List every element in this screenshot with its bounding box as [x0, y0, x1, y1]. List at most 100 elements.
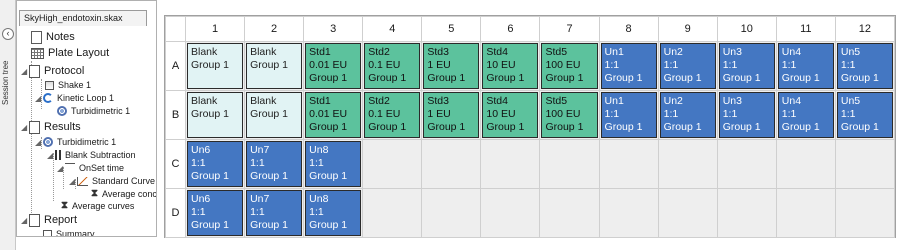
plate-cell[interactable]	[775, 139, 836, 189]
plate-cell[interactable]: Blank Group 1	[184, 90, 246, 140]
column-header[interactable]: 12	[834, 16, 896, 42]
plate-cell[interactable]	[539, 188, 600, 238]
collapse-icon[interactable]: ◢	[47, 151, 55, 160]
plate-cell[interactable]	[716, 188, 777, 238]
plate-cell[interactable]: Un3 1:1 Group 1	[716, 90, 777, 140]
column-header[interactable]: 3	[303, 16, 364, 42]
well-un[interactable]: Un5 1:1 Group 1	[836, 43, 893, 89]
plate-cell[interactable]: Std2 0.1 EU Group 1	[362, 90, 423, 140]
plate-cell[interactable]: Std3 1 EU Group 1	[421, 90, 482, 140]
well-std[interactable]: Std3 1 EU Group 1	[423, 92, 480, 138]
plate-cell[interactable]	[421, 188, 482, 238]
plate-cell[interactable]	[421, 139, 482, 189]
column-header[interactable]: 1	[184, 16, 246, 42]
session-tree-label[interactable]: Session tree	[1, 48, 15, 118]
plate-cell[interactable]	[480, 188, 541, 238]
well-std[interactable]: Std1 0.01 EU Group 1	[305, 92, 362, 138]
plate-cell[interactable]	[716, 139, 777, 189]
well-std[interactable]: Std1 0.01 EU Group 1	[305, 43, 362, 89]
column-header[interactable]: 2	[244, 16, 305, 42]
plate-cell[interactable]: Un6 1:1 Group 1	[184, 188, 246, 238]
well-un[interactable]: Un4 1:1 Group 1	[777, 43, 834, 89]
well-std[interactable]: Std4 10 EU Group 1	[482, 43, 539, 89]
well-std[interactable]: Std3 1 EU Group 1	[423, 43, 480, 89]
plate-cell[interactable]	[657, 139, 718, 189]
tree-item-notes[interactable]: Notes	[31, 29, 75, 45]
row-header[interactable]: B	[165, 90, 186, 140]
column-header[interactable]: 9	[657, 16, 718, 42]
well-std[interactable]: Std5 100 EU Group 1	[541, 92, 598, 138]
plate-cell[interactable]: Un1 1:1 Group 1	[598, 90, 659, 140]
plate-cell[interactable]: Un5 1:1 Group 1	[834, 90, 896, 140]
well-un[interactable]: Un6 1:1 Group 1	[187, 190, 244, 236]
plate-cell[interactable]	[834, 188, 896, 238]
chevron-left-icon[interactable]: ‹	[2, 28, 14, 40]
well-blank[interactable]: Blank Group 1	[187, 43, 244, 89]
plate-cell[interactable]: Un4 1:1 Group 1	[775, 90, 836, 140]
tree-item-plate-layout[interactable]: Plate Layout	[31, 45, 109, 61]
well-un[interactable]: Un1 1:1 Group 1	[600, 92, 657, 138]
column-header[interactable]: 5	[421, 16, 482, 42]
well-std[interactable]: Std5 100 EU Group 1	[541, 43, 598, 89]
column-header[interactable]: 11	[775, 16, 836, 42]
well-std[interactable]: Std2 0.1 EU Group 1	[364, 43, 421, 89]
plate-cell[interactable]: Std5 100 EU Group 1	[539, 41, 600, 91]
plate-cell[interactable]: Un6 1:1 Group 1	[184, 139, 246, 189]
column-header[interactable]: 10	[716, 16, 777, 42]
collapse-icon[interactable]: ◢	[35, 138, 43, 147]
plate-cell[interactable]: Std4 10 EU Group 1	[480, 90, 541, 140]
plate-cell[interactable]: Un2 1:1 Group 1	[657, 90, 718, 140]
well-blank[interactable]: Blank Group 1	[187, 92, 244, 138]
well-un[interactable]: Un6 1:1 Group 1	[187, 141, 244, 187]
plate-cell[interactable]	[598, 188, 659, 238]
plate-cell[interactable]: Un2 1:1 Group 1	[657, 41, 718, 91]
well-un[interactable]: Un7 1:1 Group 1	[246, 141, 303, 187]
collapse-icon[interactable]: ◢	[21, 123, 29, 132]
well-un[interactable]: Un8 1:1 Group 1	[305, 141, 362, 187]
plate-cell[interactable]: Std2 0.1 EU Group 1	[362, 41, 423, 91]
plate-cell[interactable]: Std4 10 EU Group 1	[480, 41, 541, 91]
column-header[interactable]: 8	[598, 16, 659, 42]
column-header[interactable]: 4	[362, 16, 423, 42]
well-un[interactable]: Un4 1:1 Group 1	[777, 92, 834, 138]
collapse-icon[interactable]: ◢	[69, 177, 77, 186]
well-un[interactable]: Un2 1:1 Group 1	[659, 43, 716, 89]
plate-cell[interactable]	[362, 188, 423, 238]
plate-cell[interactable]	[539, 139, 600, 189]
well-un[interactable]: Un3 1:1 Group 1	[718, 43, 775, 89]
plate-cell[interactable]: Std3 1 EU Group 1	[421, 41, 482, 91]
well-un[interactable]: Un8 1:1 Group 1	[305, 190, 362, 236]
tree-item-summary[interactable]: Summary	[43, 226, 95, 236]
row-header[interactable]: C	[165, 139, 186, 189]
plate-cell[interactable]: Blank Group 1	[244, 90, 305, 140]
plate-cell[interactable]	[775, 188, 836, 238]
plate-cell[interactable]: Un5 1:1 Group 1	[834, 41, 896, 91]
plate-cell[interactable]	[480, 139, 541, 189]
well-blank[interactable]: Blank Group 1	[246, 92, 303, 138]
collapse-icon[interactable]: ◢	[21, 216, 29, 225]
well-un[interactable]: Un2 1:1 Group 1	[659, 92, 716, 138]
well-std[interactable]: Std4 10 EU Group 1	[482, 92, 539, 138]
row-header[interactable]: D	[165, 188, 186, 238]
plate-cell[interactable]: Blank Group 1	[184, 41, 246, 91]
well-un[interactable]: Un3 1:1 Group 1	[718, 92, 775, 138]
plate-cell[interactable]: Un4 1:1 Group 1	[775, 41, 836, 91]
plate-cell[interactable]	[834, 139, 896, 189]
plate-cell[interactable]: Un8 1:1 Group 1	[303, 188, 364, 238]
document-tab[interactable]: SkyHigh_endotoxin.skax	[19, 10, 147, 26]
column-header[interactable]: 7	[539, 16, 600, 42]
plate-cell[interactable]	[657, 188, 718, 238]
plate-cell[interactable]: Un7 1:1 Group 1	[244, 188, 305, 238]
collapse-icon[interactable]: ◢	[57, 164, 65, 173]
collapse-icon[interactable]: ◢	[21, 67, 29, 76]
plate-cell[interactable]: Un8 1:1 Group 1	[303, 139, 364, 189]
plate-cell[interactable]: Std1 0.01 EU Group 1	[303, 90, 364, 140]
collapse-icon[interactable]: ◢	[35, 94, 43, 103]
tree-item-turbidimetric-step[interactable]: Turbidimetric 1	[57, 103, 130, 119]
row-header[interactable]: A	[165, 41, 186, 91]
plate-cell[interactable]: Blank Group 1	[244, 41, 305, 91]
plate-cell[interactable]: Std1 0.01 EU Group 1	[303, 41, 364, 91]
well-un[interactable]: Un7 1:1 Group 1	[246, 190, 303, 236]
column-header[interactable]: 6	[480, 16, 541, 42]
grid-corner[interactable]	[165, 16, 186, 42]
